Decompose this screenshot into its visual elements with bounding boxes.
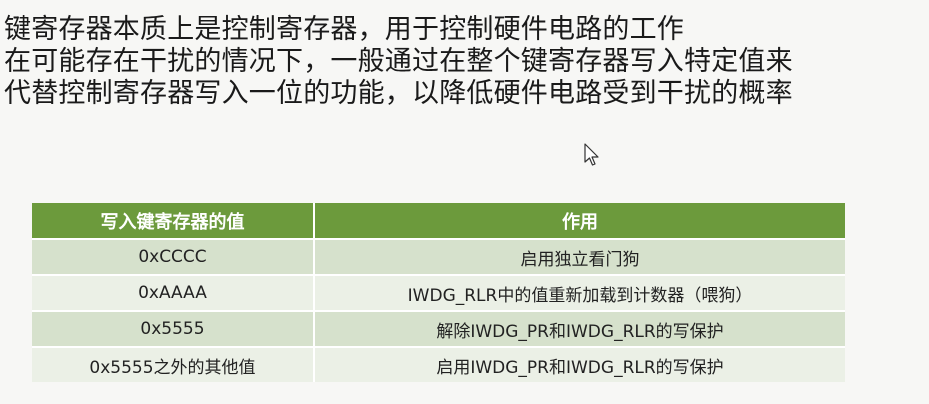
table-row: 0xAAAA IWDG_RLR中的值重新加载到计数器（喂狗）: [32, 274, 845, 311]
description-paragraph: 键寄存器本质上是控制寄存器，用于控制硬件电路的工作 在可能存在干扰的情况下，一般…: [4, 14, 924, 110]
key-register-table: 写入键寄存器的值 作用 0xCCCC 启用独立看门狗 0xAAAA IWDG_R…: [32, 203, 845, 382]
cell-function: IWDG_RLR中的值重新加载到计数器（喂狗）: [314, 274, 845, 311]
table-row: 0xCCCC 启用独立看门狗: [32, 238, 845, 275]
header-key-value: 写入键寄存器的值: [32, 203, 315, 239]
paragraph-line-3: 代替控制寄存器写入一位的功能，以降低硬件电路受到干扰的概率: [4, 78, 793, 109]
table-header-row: 写入键寄存器的值 作用: [32, 203, 845, 239]
paragraph-line-2: 在可能存在干扰的情况下，一般通过在整个键寄存器写入特定值来: [4, 46, 793, 77]
cell-key-value: 0xCCCC: [32, 238, 315, 275]
cell-function: 解除IWDG_PR和IWDG_RLR的写保护: [314, 310, 845, 347]
cell-key-value: 0x5555: [32, 310, 315, 347]
table-row: 0x5555之外的其他值 启用IWDG_PR和IWDG_RLR的写保护: [32, 346, 845, 382]
cell-key-value: 0x5555之外的其他值: [32, 346, 315, 382]
paragraph-line-1: 键寄存器本质上是控制寄存器，用于控制硬件电路的工作: [4, 14, 684, 45]
cell-key-value: 0xAAAA: [32, 274, 315, 311]
key-register-table-container: 写入键寄存器的值 作用 0xCCCC 启用独立看门狗 0xAAAA IWDG_R…: [32, 203, 845, 382]
cell-function: 启用IWDG_PR和IWDG_RLR的写保护: [314, 346, 845, 382]
header-function: 作用: [314, 203, 845, 239]
table-row: 0x5555 解除IWDG_PR和IWDG_RLR的写保护: [32, 310, 845, 347]
cell-function: 启用独立看门狗: [314, 238, 845, 275]
mouse-pointer-icon: [584, 143, 599, 166]
